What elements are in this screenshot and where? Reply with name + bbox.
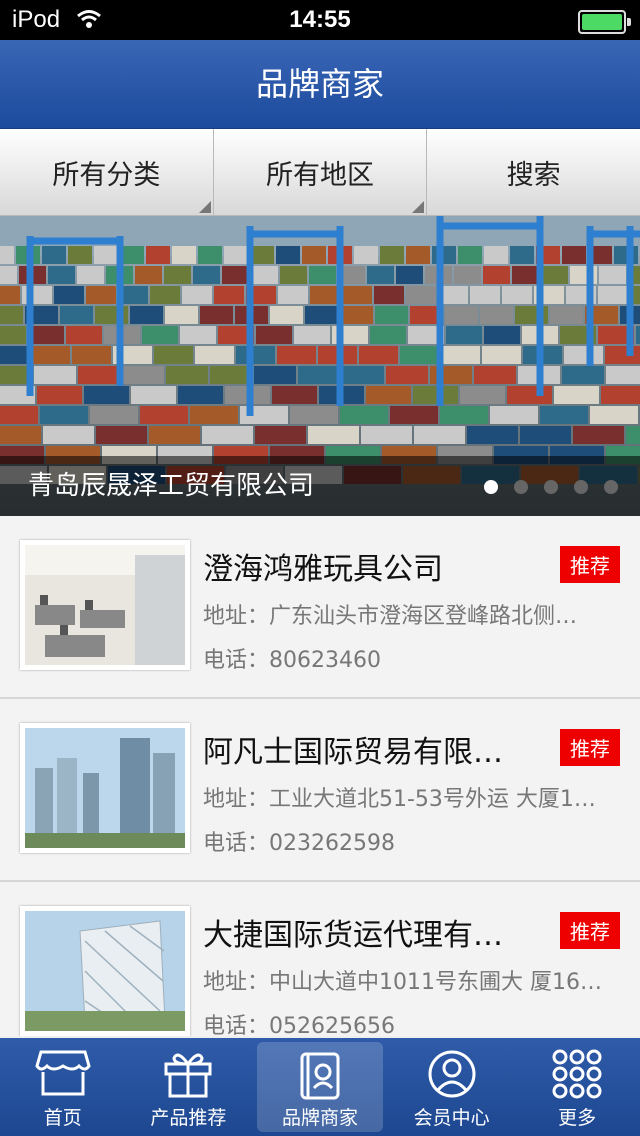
list-item[interactable]: 澄海鸿雅玩具公司 推荐 地址：广东汕头市澄海区登峰路北侧… 电话：8062346… [0, 516, 640, 699]
brand-book-icon [300, 1052, 340, 1100]
tab-member[interactable]: 会员中心 [389, 1038, 515, 1136]
company-name: 阿凡士国际贸易有限… [203, 735, 503, 770]
company-address: 地址：广东汕头市澄海区登峰路北侧… [203, 604, 578, 629]
gift-icon [164, 1053, 212, 1098]
filter-label: 所有地区 [266, 159, 374, 191]
search-button[interactable]: 搜索 [427, 129, 640, 216]
banner-caption: 青岛辰晟泽工贸有限公司 [28, 471, 315, 501]
tab-label: 产品推荐 [150, 1107, 227, 1129]
page-title: 品牌商家 [255, 65, 384, 103]
pager-dot[interactable] [604, 480, 618, 494]
banner-pager[interactable] [484, 480, 618, 494]
user-icon [428, 1050, 476, 1098]
filter-bar: 所有分类 所有地区 搜索 [0, 129, 640, 216]
recommended-badge: 推荐 [560, 729, 620, 766]
more-grid-icon [552, 1049, 602, 1099]
filter-label: 所有分类 [52, 159, 161, 191]
tab-home[interactable]: 首页 [0, 1038, 126, 1136]
pager-dot[interactable] [574, 480, 588, 494]
tab-more[interactable]: 更多 [514, 1038, 640, 1136]
pager-dot[interactable] [544, 480, 558, 494]
tab-label: 品牌商家 [281, 1107, 358, 1129]
list-item[interactable]: 阿凡士国际贸易有限… 推荐 地址：工业大道北51-53号外运 大厦1… 电话：0… [0, 699, 640, 882]
recommended-badge: 推荐 [560, 546, 620, 583]
company-address: 地址：中山大道中1011号东圃大 厦16… [203, 970, 602, 995]
clock: 14:55 [289, 6, 351, 33]
promo-banner[interactable]: 青岛辰晟泽工贸有限公司 [0, 216, 640, 516]
company-phone: 电话：80623460 [203, 648, 381, 673]
dropdown-corner-icon [198, 201, 211, 213]
status-bar: iPod 14:55 [0, 0, 640, 40]
recommended-badge: 推荐 [560, 912, 620, 949]
company-name: 大捷国际货运代理有… [203, 918, 503, 953]
pager-dot[interactable] [514, 480, 528, 494]
filter-category-button[interactable]: 所有分类 [0, 129, 214, 216]
company-list: 澄海鸿雅玩具公司 推荐 地址：广东汕头市澄海区登峰路北侧… 电话：8062346… [0, 516, 640, 1036]
company-address: 地址：工业大道北51-53号外运 大厦1… [203, 787, 596, 812]
company-thumbnail [20, 723, 190, 853]
bottom-tab-bar: 首页 产品推荐 品牌商家 会员中心 更多 [0, 1038, 640, 1136]
company-thumbnail [20, 906, 190, 1036]
pager-dot[interactable] [484, 480, 498, 494]
tab-label: 会员中心 [413, 1107, 490, 1129]
filter-label: 搜索 [506, 159, 561, 191]
tab-products[interactable]: 产品推荐 [126, 1038, 252, 1136]
company-thumbnail [20, 540, 190, 670]
tab-brands[interactable]: 品牌商家 [257, 1042, 383, 1132]
filter-region-button[interactable]: 所有地区 [213, 129, 428, 216]
store-icon [35, 1050, 91, 1096]
battery-icon [578, 10, 631, 34]
dropdown-corner-icon [412, 201, 425, 213]
tab-label: 更多 [558, 1107, 597, 1129]
company-name: 澄海鸿雅玩具公司 [203, 552, 443, 587]
tab-label: 首页 [43, 1107, 82, 1129]
header-bar: 品牌商家 [0, 40, 640, 129]
list-item[interactable]: 大捷国际货运代理有… 推荐 地址：中山大道中1011号东圃大 厦16… 电话：0… [0, 882, 640, 1036]
company-phone: 电话：052625656 [203, 1014, 395, 1036]
company-phone: 电话：023262598 [203, 831, 395, 856]
